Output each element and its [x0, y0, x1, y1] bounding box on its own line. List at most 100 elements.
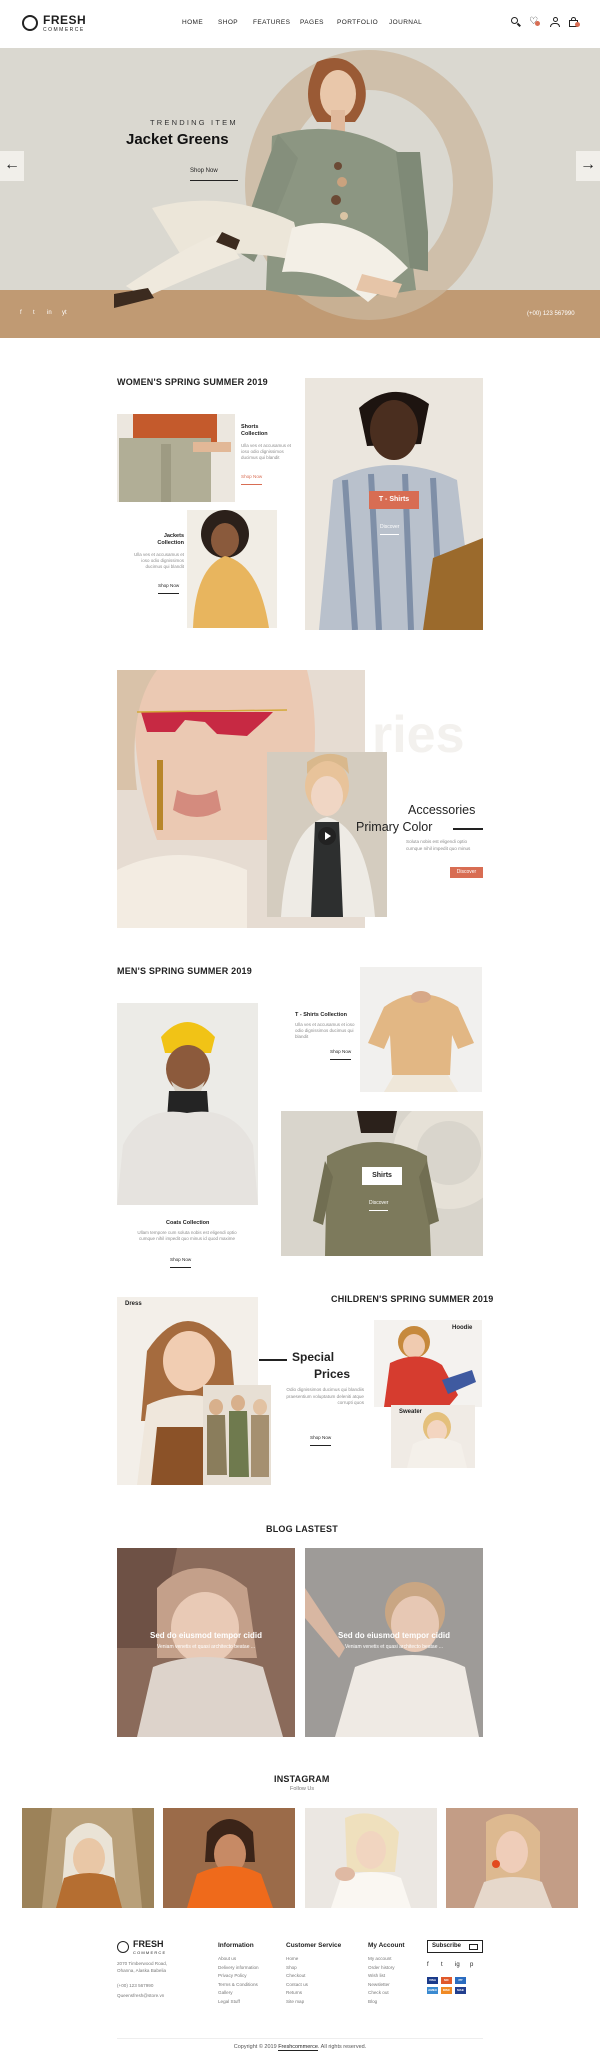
wishlist-count-badge: [535, 21, 540, 26]
shirts-discover-link[interactable]: Discover: [369, 1191, 389, 1211]
site-header: FRESH COMMERCE HOME SHOP FEATURES PAGES …: [0, 0, 600, 48]
nav-journal[interactable]: JOURNAL: [389, 19, 422, 26]
shorts-image[interactable]: [117, 414, 235, 502]
footer-link[interactable]: Home: [286, 1955, 356, 1964]
instagram-photo-2[interactable]: [163, 1808, 295, 1908]
footer-logo[interactable]: FRESH COMMERCE: [117, 1939, 177, 1957]
footer-service-column: Customer Service Home Shop Checkout Cont…: [286, 1942, 356, 2006]
accessories-title-rule: [453, 828, 483, 830]
hoodie-image[interactable]: Hoodie: [374, 1320, 482, 1407]
footer-social-links: f t ig p: [427, 1962, 487, 1970]
men-tshirts-image[interactable]: [360, 967, 482, 1092]
instagram-photo-1[interactable]: [22, 1808, 154, 1908]
coats-shop-now-label: Shop Now: [170, 1257, 192, 1262]
blog-post-2[interactable]: Sed do eiusmod tempor cidid Veniam venet…: [305, 1548, 483, 1737]
accessories-discover-button[interactable]: Discover: [450, 867, 483, 878]
user-icon[interactable]: [550, 17, 560, 27]
jackets-shop-now-link[interactable]: Shop Now: [158, 574, 180, 594]
nav-shop[interactable]: SHOP: [218, 19, 238, 26]
shirts-image[interactable]: Shirts Discover: [281, 1111, 483, 1256]
dress-label: Dress: [125, 1301, 142, 1307]
footer-link[interactable]: Newsletter: [368, 1981, 428, 1990]
footer-link[interactable]: Wish list: [368, 1972, 428, 1981]
instagram-icon[interactable]: in: [47, 310, 52, 316]
special-shop-now-label: Shop Now: [310, 1435, 332, 1440]
footer-link[interactable]: Check out: [368, 1989, 428, 1998]
instagram-photo-4[interactable]: [446, 1808, 578, 1908]
footer-account-column: My Account My account Order history Wish…: [368, 1942, 428, 2006]
subscribe-label: Subscribe: [432, 1943, 462, 1949]
footer-link[interactable]: Checkout: [286, 1972, 356, 1981]
site-footer: FRESH COMMERCE 2070 Timberwood Road, Oha…: [0, 1930, 600, 2064]
footer-pinterest-icon[interactable]: p: [470, 1962, 473, 1968]
jackets-image[interactable]: [187, 510, 277, 628]
nav-portfolio[interactable]: PORTFOLIO: [337, 19, 378, 26]
mail-icon: [469, 1944, 478, 1950]
nav-home[interactable]: HOME: [182, 19, 203, 26]
men-tshirts-title: T - Shirts Collection: [295, 1012, 347, 1018]
footer-link[interactable]: Legal Stuff: [218, 1998, 288, 2007]
nav-features[interactable]: FEATURES: [253, 19, 290, 26]
footer-link[interactable]: Gallery: [218, 1989, 288, 1998]
brand-logo[interactable]: FRESH COMMERCE: [22, 12, 102, 36]
footer-link[interactable]: Order history: [368, 1964, 428, 1973]
hero-banner: TRENDING ITEM Jacket Greens Shop Now ← →…: [0, 48, 600, 338]
instagram-section-title: INSTAGRAM: [274, 1774, 330, 1784]
footer-instagram-icon[interactable]: ig: [455, 1962, 460, 1968]
hero-shop-now-button[interactable]: Shop Now: [190, 159, 238, 181]
blog-post-1[interactable]: Sed do eiusmod tempor cidid Veniam venet…: [117, 1548, 295, 1737]
cart-icon[interactable]: [568, 16, 580, 28]
tshirts-discover-link[interactable]: Discover: [380, 515, 400, 535]
discover-card-icon: DISC: [441, 1987, 452, 1994]
footer-service-title: Customer Service: [286, 1942, 342, 1949]
footer-link[interactable]: Shop: [286, 1964, 356, 1973]
men-tshirts-shop-now-link[interactable]: Shop Now: [330, 1040, 352, 1060]
heart-icon[interactable]: ♡: [529, 16, 541, 28]
special-shop-now-link[interactable]: Shop Now: [310, 1426, 332, 1446]
footer-link[interactable]: Terms & Conditions: [218, 1981, 288, 1990]
slider-prev-arrow-icon[interactable]: ←: [0, 151, 24, 181]
footer-facebook-icon[interactable]: f: [427, 1962, 429, 1968]
coats-image[interactable]: [117, 1003, 258, 1205]
blog-post-2-title[interactable]: Sed do eiusmod tempor cidid: [305, 1631, 483, 1640]
copyright-brand-link[interactable]: Freshcommerce: [278, 2044, 318, 2051]
footer-address: 2070 Timberwood Road, Ohanna, Alaska Bab…: [117, 1961, 168, 1973]
slider-next-arrow-icon[interactable]: →: [576, 151, 600, 181]
footer-link[interactable]: Site map: [286, 1998, 356, 2007]
coats-shop-now-link[interactable]: Shop Now: [170, 1248, 192, 1268]
hero-title: Jacket Greens: [126, 131, 229, 148]
children-section-title: CHILDREN'S SPRING SUMMER 2019: [331, 1294, 494, 1304]
footer-link[interactable]: Blog: [368, 1998, 428, 2007]
youtube-icon[interactable]: yt: [62, 310, 67, 316]
footer-email: Queensfresh@store.vn: [117, 1993, 165, 1998]
footer-twitter-icon[interactable]: t: [441, 1962, 443, 1968]
blog-post-1-title[interactable]: Sed do eiusmod tempor cidid: [117, 1631, 295, 1640]
footer-link[interactable]: Delivery information: [218, 1964, 288, 1973]
search-icon[interactable]: [511, 17, 521, 27]
footer-link[interactable]: My account: [368, 1955, 428, 1964]
shorts-shop-now-link[interactable]: Shop Now: [241, 465, 263, 485]
shirts-label-box: Shirts: [362, 1167, 402, 1185]
footer-link[interactable]: Returns: [286, 1989, 356, 1998]
tshirts-discover-label: Discover: [380, 524, 400, 530]
twitter-icon[interactable]: t: [33, 310, 35, 316]
nav-pages[interactable]: PAGES: [300, 19, 324, 26]
shorts-collection-title: Shorts Collection: [241, 424, 268, 437]
tshirts-image[interactable]: T - Shirts Discover: [305, 378, 483, 630]
sweater-image[interactable]: Sweater: [391, 1405, 475, 1468]
shorts-collection-desc: Ulla ves et accusamus et ioso odio digni…: [241, 443, 292, 460]
accessories-video-thumb[interactable]: [267, 752, 387, 917]
footer-link[interactable]: Contact us: [286, 1981, 356, 1990]
hero-shop-now-label: Shop Now: [190, 168, 218, 174]
brand-tag: COMMERCE: [43, 27, 85, 33]
kids-group-image[interactable]: [203, 1385, 271, 1485]
video-play-button-icon[interactable]: [318, 827, 336, 845]
footer-subscribe-button[interactable]: Subscribe: [427, 1940, 483, 1953]
instagram-photo-3[interactable]: [305, 1808, 437, 1908]
footer-link[interactable]: About us: [218, 1955, 288, 1964]
facebook-icon[interactable]: f: [20, 310, 22, 316]
footer-link[interactable]: Privacy Policy: [218, 1972, 288, 1981]
footer-phone: (+00) 123 567990: [117, 1983, 154, 1988]
jackets-shop-now-label: Shop Now: [158, 583, 180, 588]
copyright-suffix: . All rights reserved.: [317, 2044, 367, 2050]
